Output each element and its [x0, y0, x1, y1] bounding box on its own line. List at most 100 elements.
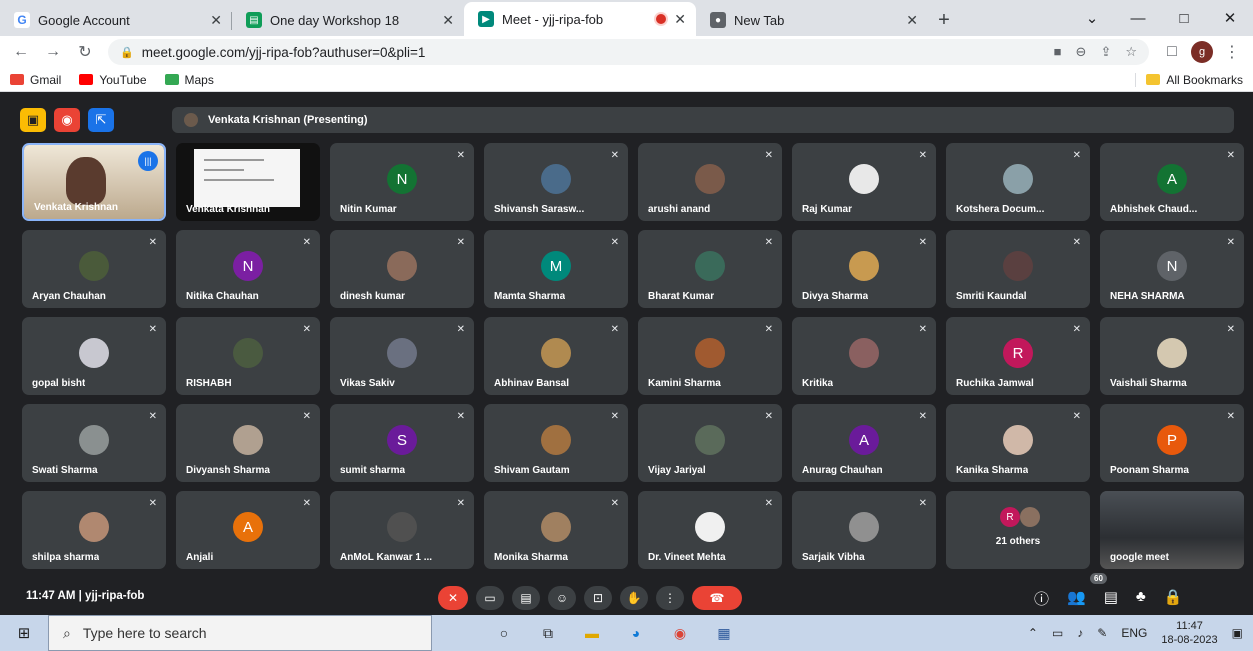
network-icon[interactable]: ▭ — [1052, 626, 1063, 640]
participant-tile[interactable]: ✕ A Abhishek Chaud... — [1100, 143, 1244, 221]
new-tab-button[interactable]: + — [928, 4, 960, 36]
participant-tile[interactable]: ✕ N NEHA SHARMA — [1100, 230, 1244, 308]
captions-icon[interactable]: ▤ — [512, 586, 540, 610]
volume-icon[interactable]: ♪ — [1077, 626, 1083, 640]
participant-tile[interactable]: ✕ M Mamta Sharma — [484, 230, 628, 308]
participant-tile[interactable]: ✕ arushi anand — [638, 143, 782, 221]
star-icon[interactable]: ☆ — [1125, 44, 1137, 60]
participant-tile[interactable]: ✕ Bharat Kumar — [638, 230, 782, 308]
close-icon[interactable]: ✕ — [906, 12, 918, 29]
more-options-icon[interactable]: ⋮ — [656, 586, 684, 610]
screen-share-icon[interactable]: ▣ — [20, 108, 46, 132]
activities-icon[interactable]: ♣ — [1136, 588, 1146, 609]
tab-google-account[interactable]: G Google Account ✕ — [0, 4, 232, 36]
participant-tile[interactable]: Venkata Krishnan — [176, 143, 320, 221]
close-window-icon[interactable]: ✕ — [1207, 9, 1253, 27]
edge-icon[interactable]: ◕ — [614, 615, 658, 651]
language-indicator[interactable]: ENG — [1121, 626, 1147, 640]
people-icon[interactable]: 👥 — [1067, 588, 1086, 609]
tab-new-tab[interactable]: ● New Tab ✕ — [696, 4, 928, 36]
participant-tile[interactable]: ✕ Sarjaik Vibha — [792, 491, 936, 569]
raise-hand-icon[interactable]: ✋ — [620, 586, 648, 610]
participant-tile[interactable]: ✕ Shivansh Sarasw... — [484, 143, 628, 221]
chat-icon[interactable]: ▤ — [1104, 588, 1118, 609]
minimize-icon[interactable]: — — [1115, 10, 1161, 27]
back-icon[interactable]: ← — [8, 39, 34, 65]
participant-tile[interactable]: ✕ R Ruchika Jamwal — [946, 317, 1090, 395]
tab-search-icon[interactable]: ⌄ — [1069, 9, 1115, 27]
notifications-icon[interactable]: ▣ — [1232, 626, 1243, 640]
camera-icon[interactable]: ■ — [1054, 44, 1062, 60]
emoji-icon[interactable]: ☺ — [548, 586, 576, 610]
present-icon[interactable]: ⇱ — [88, 108, 114, 132]
info-icon[interactable]: ⓘ — [1034, 588, 1049, 609]
participant-tile[interactable]: ✕ Dr. Vineet Mehta — [638, 491, 782, 569]
tab-workshop[interactable]: ▤ One day Workshop 18 ✕ — [232, 4, 464, 36]
share-icon[interactable]: ⇪ — [1100, 44, 1111, 60]
all-bookmarks[interactable]: All Bookmarks — [1135, 72, 1243, 87]
participant-tile[interactable]: ✕ Swati Sharma — [22, 404, 166, 482]
participant-tile[interactable]: ✕ AnMoL Kanwar 1 ... — [330, 491, 474, 569]
participant-tile[interactable]: ✕ Monika Sharma — [484, 491, 628, 569]
bookmark-youtube[interactable]: YouTube — [79, 73, 147, 87]
participant-tile[interactable]: ✕ A Anurag Chauhan — [792, 404, 936, 482]
participant-tile[interactable]: ✕ Divyansh Sharma — [176, 404, 320, 482]
participant-tile[interactable]: ✕ Ssumit sharma — [330, 404, 474, 482]
participant-tile[interactable]: ✕ Kotshera Docum... — [946, 143, 1090, 221]
participant-tile[interactable]: ✕ RISHABH — [176, 317, 320, 395]
participant-tile[interactable]: ✕ Aryan Chauhan — [22, 230, 166, 308]
address-bar[interactable]: 🔒 meet.google.com/yjj-ripa-fob?authuser=… — [108, 39, 1149, 65]
participant-tile[interactable]: ✕ Smriti Kaundal — [946, 230, 1090, 308]
present-screen-icon[interactable]: ⊡ — [584, 586, 612, 610]
participant-tile[interactable]: ✕ dinesh kumar — [330, 230, 474, 308]
participant-tile[interactable]: ✕ Vaishali Sharma — [1100, 317, 1244, 395]
participant-tile[interactable]: ✕ N Nitika Chauhan — [176, 230, 320, 308]
participant-tile[interactable]: ✕ Divya Sharma — [792, 230, 936, 308]
participant-tile[interactable]: ✕ gopal bisht — [22, 317, 166, 395]
participant-tile[interactable]: ✕ Kanika Sharma — [946, 404, 1090, 482]
forward-icon[interactable]: → — [40, 39, 66, 65]
zoom-icon[interactable]: ⊖ — [1076, 44, 1087, 60]
pen-icon[interactable]: ✎ — [1097, 626, 1107, 640]
menu-icon[interactable]: ⋮ — [1219, 39, 1245, 65]
participant-tile[interactable]: ✕ A Anjali — [176, 491, 320, 569]
cortana-icon[interactable]: ○ — [482, 615, 526, 651]
participant-tile[interactable]: ✕ shilpa sharma — [22, 491, 166, 569]
side-panel-icon[interactable]: □ — [1159, 39, 1185, 65]
camera-icon[interactable]: ▭ — [476, 586, 504, 610]
close-icon[interactable]: ✕ — [674, 11, 686, 28]
participant-tile[interactable]: ||| Venkata Krishnan — [22, 143, 166, 221]
participant-tile[interactable]: ✕ Shivam Gautam — [484, 404, 628, 482]
participant-tile[interactable]: ✕ Abhinav Bansal — [484, 317, 628, 395]
participant-tile[interactable]: R 21 others — [946, 491, 1090, 569]
taskbar-search[interactable]: ⌕ Type here to search — [48, 615, 432, 651]
participant-tile[interactable]: google meet — [1100, 491, 1244, 569]
close-icon[interactable]: ✕ — [210, 12, 222, 29]
task-view-icon[interactable]: ⧉ — [526, 615, 570, 651]
participant-tile[interactable]: ✕ Raj Kumar — [792, 143, 936, 221]
word-icon[interactable]: ▦ — [702, 615, 746, 651]
record-icon[interactable]: ◉ — [54, 108, 80, 132]
participant-tile[interactable]: ✕ Vikas Sakiv — [330, 317, 474, 395]
file-explorer-icon[interactable]: ▬ — [570, 615, 614, 651]
chrome-icon: ● — [710, 12, 726, 28]
maximize-icon[interactable]: □ — [1161, 10, 1207, 27]
participant-tile[interactable]: ✕ N Nitin Kumar — [330, 143, 474, 221]
participant-tile[interactable]: ✕ Kritika — [792, 317, 936, 395]
participant-tile[interactable]: ✕ P Poonam Sharma — [1100, 404, 1244, 482]
reload-icon[interactable]: ↻ — [72, 39, 98, 65]
bookmark-gmail[interactable]: Gmail — [10, 73, 61, 87]
leave-call-button[interactable]: ☎ — [692, 586, 742, 610]
host-controls-icon[interactable]: 🔒 — [1164, 588, 1183, 609]
participant-tile[interactable]: ✕ Kamini Sharma — [638, 317, 782, 395]
profile-avatar[interactable]: g — [1191, 41, 1213, 63]
windows-start-icon[interactable]: ⊞ — [0, 624, 48, 642]
tab-meet[interactable]: ▶ Meet - yjj-ripa-fob ✕ — [464, 2, 696, 36]
chrome-taskbar-icon[interactable]: ◉ — [658, 615, 702, 651]
chevron-up-icon[interactable]: ⌃ — [1028, 626, 1038, 640]
mic-off-icon[interactable]: ✕ — [438, 586, 468, 610]
close-icon[interactable]: ✕ — [442, 12, 454, 29]
taskbar-clock[interactable]: 11:47 18-08-2023 — [1161, 619, 1217, 647]
participant-tile[interactable]: ✕ Vijay Jariyal — [638, 404, 782, 482]
bookmark-maps[interactable]: Maps — [164, 73, 214, 87]
